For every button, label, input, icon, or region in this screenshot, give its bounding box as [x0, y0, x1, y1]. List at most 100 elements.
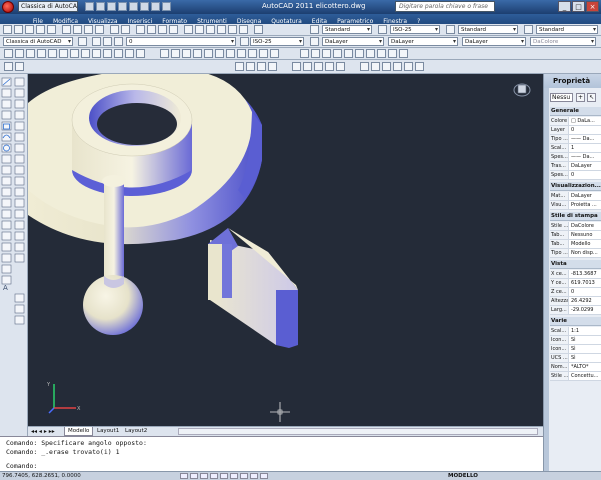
ucs-view-icon[interactable]: [59, 49, 68, 58]
zoom-icon[interactable]: [147, 25, 156, 34]
command-line[interactable]: Comando: Specificare angolo opposto: Com…: [0, 436, 543, 471]
prop-row[interactable]: Tab... Modello: [550, 240, 601, 249]
print-icon[interactable]: [129, 2, 138, 11]
save-as-icon[interactable]: [118, 2, 127, 11]
undo-icon[interactable]: [110, 25, 119, 34]
workspace-select[interactable]: Classica di AutoCAD: [3, 37, 73, 46]
prop-row[interactable]: Altezza 26.4292: [550, 297, 601, 306]
prop-row[interactable]: Mat... DaLayer: [550, 192, 601, 201]
wireframe-2d-icon[interactable]: [292, 62, 301, 71]
prop-row[interactable]: UCS ... Sì: [550, 354, 601, 363]
drawing-viewport[interactable]: Y X: [28, 74, 543, 426]
plotstyle-select[interactable]: DaColore: [530, 37, 596, 46]
calculator-icon[interactable]: [239, 25, 248, 34]
render-settings-icon[interactable]: [415, 62, 424, 71]
select-objects-icon[interactable]: ↖: [587, 93, 596, 102]
ortho-icon[interactable]: [200, 473, 208, 479]
cut-icon[interactable]: [62, 25, 71, 34]
make-current-layer-icon[interactable]: [240, 37, 249, 46]
lineweight-toggle-icon[interactable]: [260, 473, 268, 479]
subtract-icon[interactable]: [259, 49, 268, 58]
section-stile-stampa[interactable]: Stile di stampa: [550, 212, 601, 221]
prop-row[interactable]: Layer 0: [550, 126, 601, 135]
tab-layout1[interactable]: Layout1: [94, 427, 122, 435]
pan-icon[interactable]: [136, 25, 145, 34]
tab-nav-arrows-icon[interactable]: ◂◂ ◂ ▸ ▸▸: [31, 428, 55, 435]
draw-polyline-icon[interactable]: [15, 62, 24, 71]
view-sw-iso-icon[interactable]: [366, 49, 375, 58]
free-orbit-icon[interactable]: [246, 62, 255, 71]
section-vista[interactable]: Vista: [550, 260, 601, 269]
prop-row[interactable]: Scal... 1: [550, 144, 601, 153]
prop-row[interactable]: Scal... 1:1: [550, 327, 601, 336]
revolve-icon[interactable]: [237, 49, 246, 58]
view-back-icon[interactable]: [355, 49, 364, 58]
solid-wedge-icon[interactable]: [204, 49, 213, 58]
prop-row[interactable]: Spes... —— Da...: [550, 153, 601, 162]
match-properties-icon[interactable]: [95, 25, 104, 34]
camera-icon[interactable]: [268, 62, 277, 71]
prop-row[interactable]: Stile ... DaColore: [550, 222, 601, 231]
section-visualizzazione[interactable]: Visualizzazion...: [550, 182, 601, 191]
solid-box-icon[interactable]: [160, 49, 169, 58]
properties-icon[interactable]: [184, 25, 193, 34]
table-style-select[interactable]: Standard: [458, 25, 518, 34]
color-select[interactable]: DaLayer: [322, 37, 384, 46]
prop-row[interactable]: Z ce... 0: [550, 288, 601, 297]
intersect-icon[interactable]: [270, 49, 279, 58]
solid-torus-icon[interactable]: [215, 49, 224, 58]
render-icon[interactable]: [360, 62, 369, 71]
prop-row[interactable]: Icon... Sì: [550, 336, 601, 345]
ucs-z-icon[interactable]: [125, 49, 134, 58]
prop-row[interactable]: Spes... 0: [550, 171, 601, 180]
sheet-set-icon[interactable]: [217, 25, 226, 34]
tab-model[interactable]: Modello: [64, 427, 94, 436]
snap-icon[interactable]: [180, 473, 188, 479]
text-style-select[interactable]: Standard: [322, 25, 372, 34]
new-icon[interactable]: [3, 25, 12, 34]
extrude-icon[interactable]: [226, 49, 235, 58]
prop-row[interactable]: X ce... -813.3687: [550, 270, 601, 279]
design-center-icon[interactable]: [195, 25, 204, 34]
dyn-icon[interactable]: [250, 473, 258, 479]
view-front-icon[interactable]: [344, 49, 353, 58]
layer-freeze-icon[interactable]: [114, 37, 123, 46]
hidden-icon[interactable]: [314, 62, 323, 71]
new-file-icon[interactable]: [85, 2, 94, 11]
polar-icon[interactable]: [210, 473, 218, 479]
ucs-y-icon[interactable]: [114, 49, 123, 58]
markup-icon[interactable]: [228, 25, 237, 34]
prop-row[interactable]: Visu... Proietta ...: [550, 201, 601, 210]
view-right-icon[interactable]: [333, 49, 342, 58]
prop-row[interactable]: Stile ... Concettu...: [550, 372, 601, 381]
wireframe-3d-icon[interactable]: [303, 62, 312, 71]
ucs-previous-icon[interactable]: [26, 49, 35, 58]
orbit-icon[interactable]: [235, 62, 244, 71]
prop-row[interactable]: Tras... DaLayer: [550, 162, 601, 171]
open-file-icon[interactable]: [96, 2, 105, 11]
view-bottom-icon[interactable]: [311, 49, 320, 58]
horizontal-scrollbar[interactable]: [178, 428, 538, 435]
ucs-zaxis-icon[interactable]: [81, 49, 90, 58]
prop-row[interactable]: Icon... Sì: [550, 345, 601, 354]
multileader-style-select[interactable]: Standard: [536, 25, 598, 34]
solid-cone-icon[interactable]: [193, 49, 202, 58]
ucs-origin-icon[interactable]: [70, 49, 79, 58]
paste-icon[interactable]: [84, 25, 93, 34]
ducs-icon[interactable]: [240, 473, 248, 479]
layer-properties-icon[interactable]: [92, 37, 101, 46]
zoom-previous-icon[interactable]: [169, 25, 178, 34]
tab-layout2[interactable]: Layout2: [122, 427, 150, 435]
ucs-3point-icon[interactable]: [92, 49, 101, 58]
model-space-indicator[interactable]: MODELLO: [448, 473, 478, 479]
copy-icon[interactable]: [73, 25, 82, 34]
tool-palettes-icon[interactable]: [206, 25, 215, 34]
environment-icon[interactable]: [404, 62, 413, 71]
prop-row[interactable]: Y ce... 619.7013: [550, 279, 601, 288]
lights-icon[interactable]: [371, 62, 380, 71]
solid-cylinder-icon[interactable]: [182, 49, 191, 58]
save-icon[interactable]: [25, 25, 34, 34]
conceptual-icon[interactable]: [336, 62, 345, 71]
viewcube-icon[interactable]: [512, 80, 532, 98]
dim-style-select-2[interactable]: ISO-25: [250, 37, 304, 46]
